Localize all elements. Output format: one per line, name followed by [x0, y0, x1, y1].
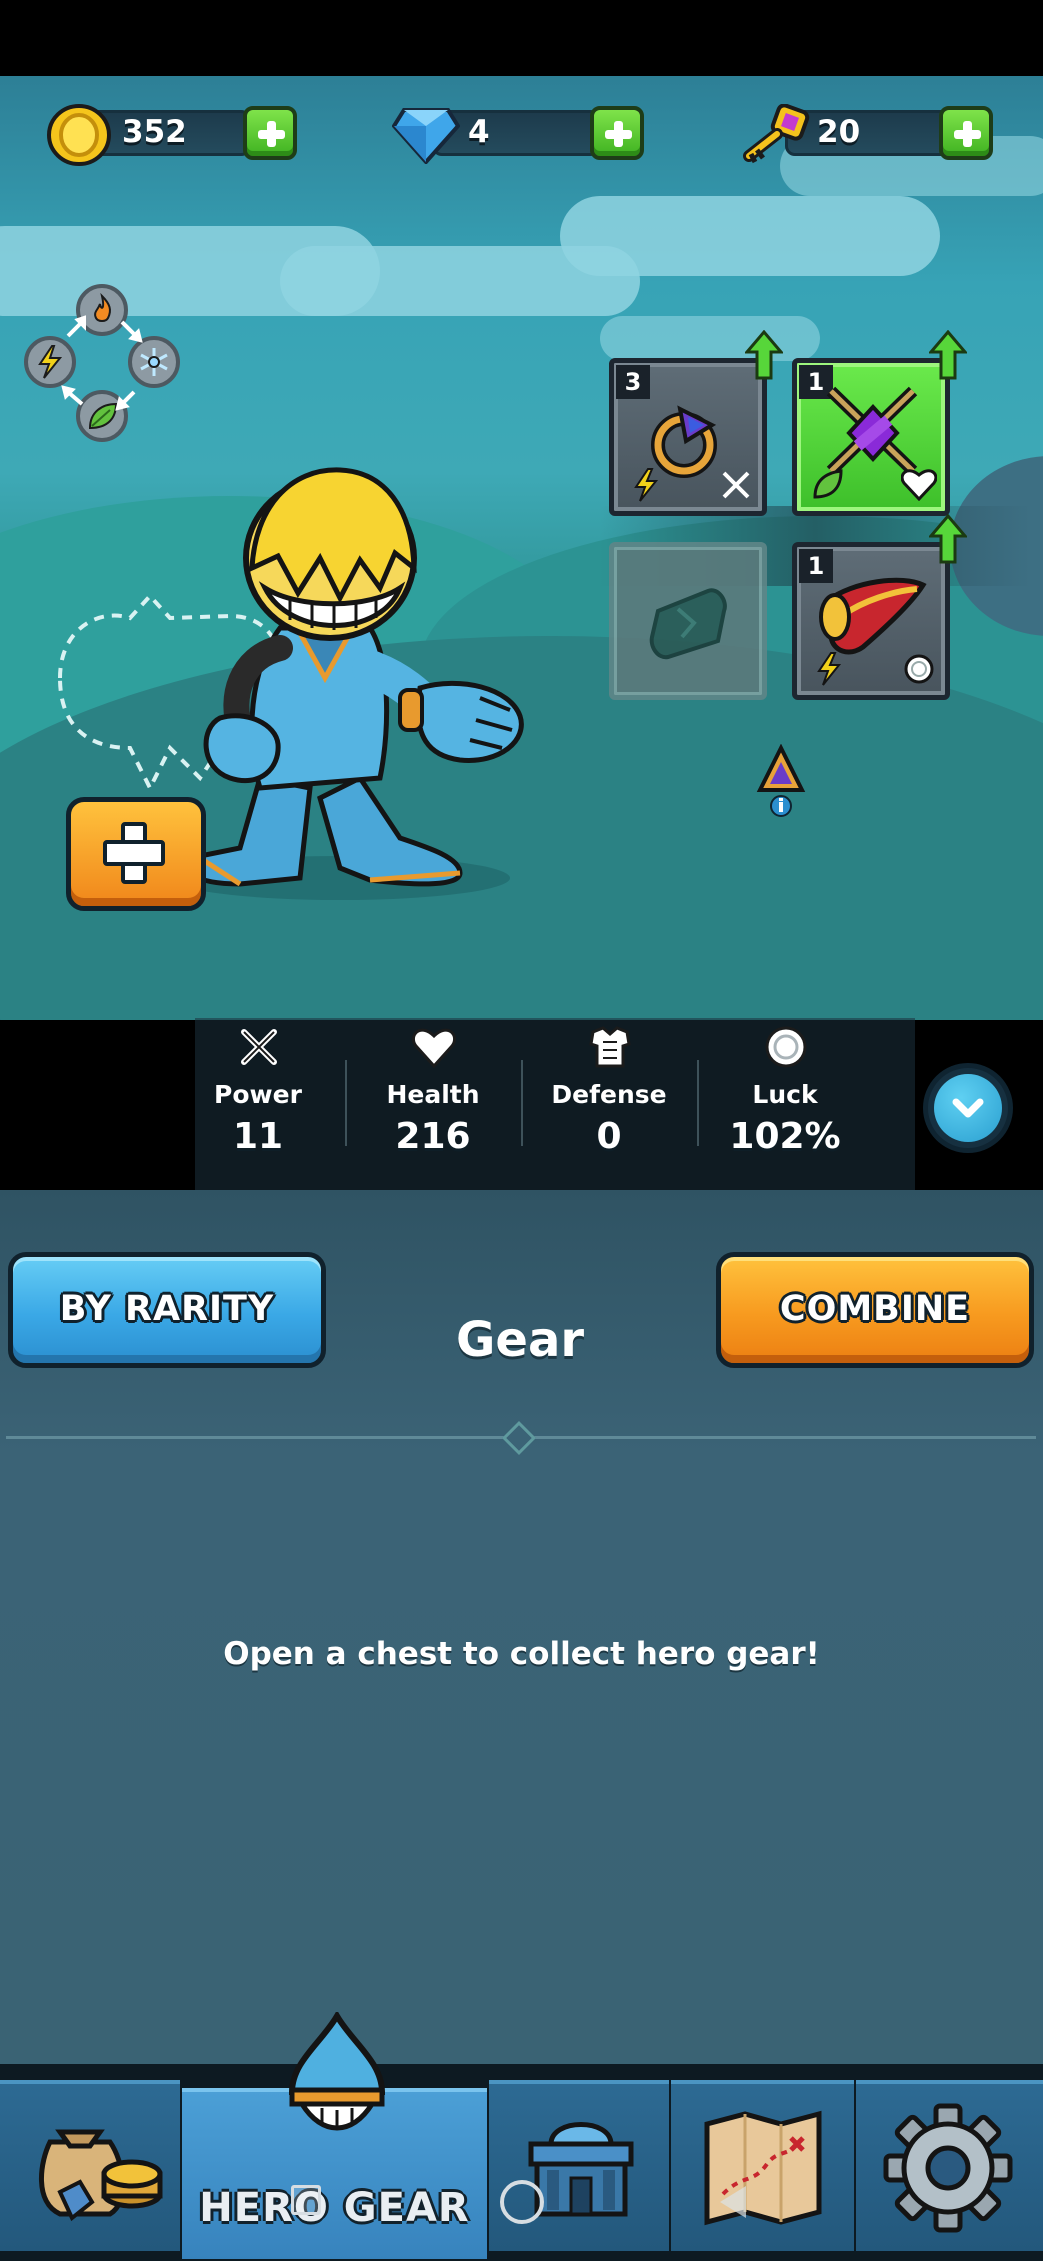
stat-defense: Defense 0 — [524, 1018, 694, 1190]
power-stat-icon — [722, 471, 750, 499]
hero-gear-icon — [288, 2012, 386, 2131]
coins-value: 352 — [122, 114, 187, 150]
keys-counter: 20 — [741, 104, 996, 164]
recents-nav-button[interactable] — [500, 2180, 544, 2224]
keys-value: 20 — [817, 114, 861, 150]
add-pet-button[interactable] — [66, 797, 206, 911]
element-wheel[interactable] — [22, 284, 182, 444]
combine-label: COMBINE — [779, 1289, 971, 1329]
back-nav-icon[interactable] — [716, 2183, 750, 2221]
nature-stat-icon — [813, 469, 843, 499]
tab-hero-gear-label: HERO GEAR — [199, 2185, 470, 2231]
combine-button[interactable]: COMBINE — [716, 1252, 1034, 1368]
home-nav-button[interactable] — [291, 2185, 321, 2215]
gear-slot-ring[interactable]: 3 — [609, 358, 767, 516]
section-title: Gear — [455, 1312, 584, 1368]
stat-power: Power 11 — [173, 1018, 343, 1190]
stat-value: 0 — [596, 1116, 622, 1157]
stat-health: Health 216 — [348, 1018, 518, 1190]
gear-set-info-icon[interactable] — [756, 744, 806, 818]
add-coins-button[interactable] — [243, 106, 297, 160]
power-icon — [241, 1029, 277, 1065]
gear-slot-weapon[interactable]: 1 — [792, 358, 950, 516]
upgrade-arrow-icon — [745, 330, 783, 380]
stat-label: Power — [214, 1080, 302, 1109]
stat-label: Luck — [752, 1080, 818, 1109]
empty-inventory-message: Open a chest to collect hero gear! — [223, 1636, 820, 1672]
treasure-map-icon — [704, 2110, 822, 2226]
gear-slot-empty[interactable] — [609, 542, 767, 700]
status-bar — [0, 0, 1043, 76]
gems-counter: 4 — [392, 104, 650, 164]
stat-value: 216 — [395, 1116, 471, 1157]
health-stat-icon — [901, 469, 937, 501]
settings-gear-icon — [883, 2103, 1013, 2233]
upgrade-arrow-icon — [929, 514, 967, 564]
gear-slot-horn[interactable]: 1 — [792, 542, 950, 700]
stat-label: Health — [386, 1080, 480, 1109]
sort-by-rarity-label: BY RARITY — [59, 1289, 275, 1329]
heart-icon — [411, 1028, 457, 1069]
lightning-stat-icon — [817, 652, 842, 686]
sort-by-rarity-button[interactable]: BY RARITY — [8, 1252, 326, 1368]
expand-stats-button[interactable] — [923, 1063, 1013, 1153]
tab-settings[interactable] — [856, 2080, 1043, 2251]
key-icon — [743, 104, 810, 164]
stat-label: Defense — [551, 1080, 667, 1109]
stat-luck: Luck 102% — [700, 1018, 870, 1190]
gems-value: 4 — [468, 114, 490, 150]
add-keys-button[interactable] — [939, 106, 993, 160]
tab-loot[interactable] — [0, 2080, 180, 2251]
stat-value: 11 — [232, 1116, 284, 1157]
gem-icon — [392, 108, 460, 164]
coin-icon — [47, 104, 111, 166]
tab-town[interactable] — [489, 2080, 669, 2251]
bracer-placeholder-icon — [649, 588, 727, 660]
loot-icon — [39, 2129, 163, 2222]
lightning-stat-icon — [634, 468, 659, 502]
luck-coin-icon — [765, 1026, 807, 1068]
chevron-down-icon — [952, 1098, 984, 1118]
tab-map[interactable] — [671, 2080, 854, 2251]
luck-stat-icon — [904, 654, 934, 684]
armor-icon — [589, 1026, 631, 1068]
upgrade-arrow-icon — [929, 330, 967, 380]
coins-counter: 352 — [46, 104, 301, 166]
add-gems-button[interactable] — [590, 106, 644, 160]
stat-value: 102% — [729, 1116, 841, 1157]
